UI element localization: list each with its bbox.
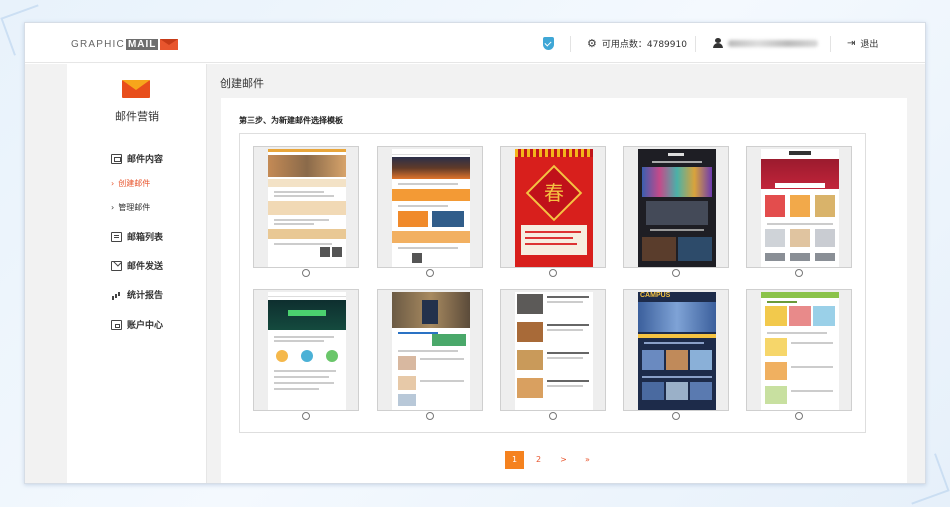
pagination-page-2[interactable]: 2 (529, 451, 548, 469)
campus-logo-text: CAMPUS (640, 292, 671, 299)
template-preview (392, 149, 470, 267)
template-thumbnail-5[interactable] (746, 146, 852, 268)
envelope-icon (160, 38, 179, 50)
template-thumbnail-2[interactable] (377, 146, 483, 268)
sidebar-item-manage-mail[interactable]: › 管理邮件 (111, 202, 150, 213)
template-preview (638, 149, 716, 267)
sidebar-item-label: 邮件内容 (127, 155, 164, 165)
template-thumbnail-4[interactable] (623, 146, 729, 268)
security-shield[interactable] (543, 23, 554, 63)
template-radio-1[interactable] (302, 269, 310, 277)
sidebar-item-mailbox-list[interactable]: 邮箱列表 (111, 230, 163, 243)
logout-button[interactable]: ⇥ 退出 (847, 23, 878, 63)
step-title: 第三步、为新建邮件选择模板 (239, 116, 343, 125)
template-preview (761, 149, 839, 267)
sidebar-item-label: 创建邮件 (118, 179, 151, 188)
pagination-page-1[interactable]: 1 (505, 451, 524, 469)
template-preview (761, 292, 839, 410)
sidebar-item-label: 管理邮件 (118, 203, 151, 212)
content-icon (111, 153, 122, 164)
user-account[interactable] (713, 23, 818, 63)
sidebar-item-label: 邮件发送 (127, 262, 164, 272)
template-thumbnail-6[interactable] (253, 289, 359, 411)
chevron-right-icon: › (111, 179, 115, 188)
spring-festival-glyph: 春 (544, 181, 564, 205)
points-label: 可用点数：4789910 (601, 39, 687, 50)
template-radio-10[interactable] (795, 412, 803, 420)
template-preview (268, 149, 346, 267)
sidebar-item-statistics[interactable]: 统计报告 (111, 288, 163, 301)
template-grid: 春 CAMPUS (239, 133, 866, 433)
header-divider (830, 36, 831, 52)
chevron-right-icon: › (111, 203, 115, 212)
template-radio-2[interactable] (426, 269, 434, 277)
logo-text: GRAPHIC (71, 38, 125, 50)
send-mail-icon (111, 260, 122, 271)
list-icon (111, 231, 122, 242)
template-thumbnail-10[interactable] (746, 289, 852, 411)
email-marketing-icon (122, 80, 150, 98)
points-display: ⚙ 可用点数：4789910 (587, 23, 687, 63)
top-header: GRAPHIC MAIL ⚙ 可用点数：4789910 ⇥ 退出 (25, 23, 925, 63)
template-preview (268, 292, 346, 410)
app-window: GRAPHIC MAIL ⚙ 可用点数：4789910 ⇥ 退出 邮件营销 邮件… (24, 22, 926, 484)
template-radio-6[interactable] (302, 412, 310, 420)
logout-label: 退出 (860, 39, 879, 50)
wallet-icon (111, 319, 122, 330)
template-thumbnail-8[interactable] (500, 289, 606, 411)
redacted-username (728, 39, 818, 47)
sidebar-item-create-mail[interactable]: › 创建邮件 (111, 178, 150, 189)
template-radio-7[interactable] (426, 412, 434, 420)
logo-mail-text: MAIL (125, 38, 159, 50)
template-radio-5[interactable] (795, 269, 803, 277)
template-radio-8[interactable] (549, 412, 557, 420)
pagination-next[interactable]: > (554, 451, 573, 469)
user-icon (713, 38, 723, 48)
exit-icon: ⇥ (847, 37, 856, 49)
header-divider (695, 36, 696, 52)
sidebar: 邮件营销 邮件内容 › 创建邮件 › 管理邮件 邮箱列表 邮件发送 统计报告 账… (67, 64, 207, 483)
header-divider (570, 36, 571, 52)
template-preview: 春 (515, 149, 593, 267)
gear-icon: ⚙ (587, 36, 597, 50)
template-preview (392, 292, 470, 410)
template-thumbnail-9[interactable]: CAMPUS (623, 289, 729, 411)
template-radio-3[interactable] (549, 269, 557, 277)
sidebar-item-label: 账户中心 (127, 321, 164, 331)
main-content: 创建邮件 第三步、为新建邮件选择模板 春 CAMPUS 1 2 > » (207, 64, 925, 483)
template-radio-4[interactable] (672, 269, 680, 277)
template-thumbnail-3[interactable]: 春 (500, 146, 606, 268)
sidebar-item-label: 统计报告 (127, 291, 164, 301)
sidebar-item-send-mail[interactable]: 邮件发送 (111, 259, 163, 272)
template-thumbnail-7[interactable] (377, 289, 483, 411)
sidebar-item-account-center[interactable]: 账户中心 (111, 318, 163, 331)
template-thumbnail-1[interactable] (253, 146, 359, 268)
template-radio-9[interactable] (672, 412, 680, 420)
template-preview (515, 292, 593, 410)
page-title: 创建邮件 (220, 77, 264, 90)
pagination-last[interactable]: » (578, 451, 597, 469)
sidebar-item-label: 邮箱列表 (127, 233, 164, 243)
template-card: 第三步、为新建邮件选择模板 春 CAMPUS 1 2 > » (221, 98, 907, 483)
graphicmail-logo[interactable]: GRAPHIC MAIL (71, 37, 179, 51)
bar-chart-icon (111, 290, 122, 300)
left-gutter (25, 64, 67, 483)
sidebar-item-mail-content[interactable]: 邮件内容 (111, 152, 163, 165)
template-preview: CAMPUS (638, 292, 716, 410)
shield-icon (543, 36, 554, 50)
sidebar-title: 邮件营销 (115, 110, 159, 123)
